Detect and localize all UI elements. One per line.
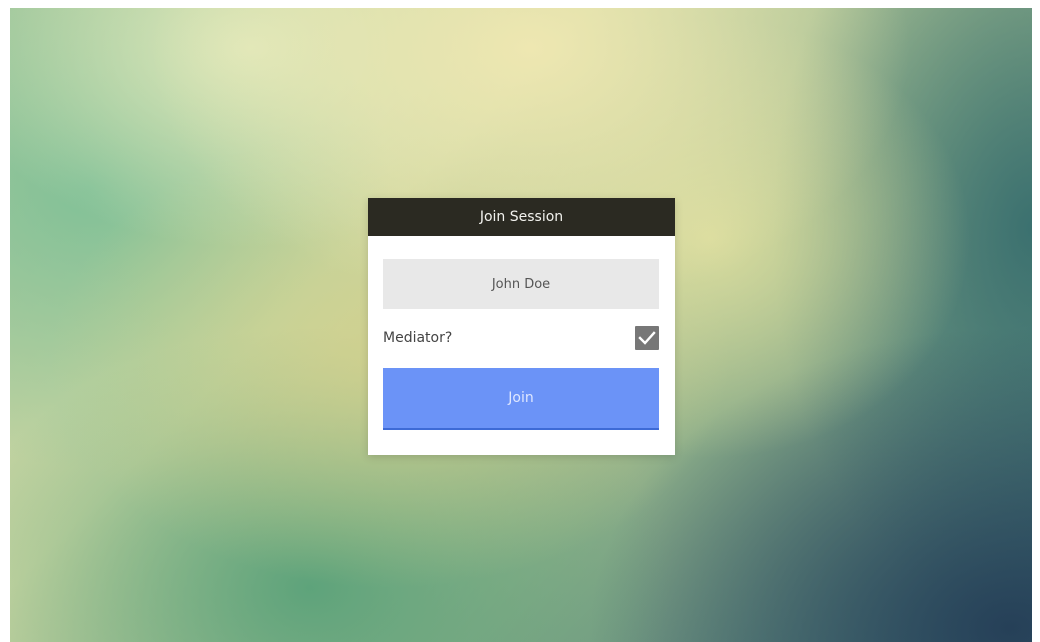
dialog-title: Join Session	[479, 209, 564, 225]
checkmark-icon	[638, 331, 656, 345]
mediator-checkbox[interactable]	[635, 326, 659, 350]
mediator-label: Mediator?	[383, 330, 453, 346]
join-button[interactable]: Join	[383, 368, 659, 430]
background-screen: Join Session Mediator? Join	[10, 8, 1032, 642]
mediator-row: Mediator?	[383, 326, 659, 350]
dialog-header: Join Session	[368, 198, 675, 236]
join-session-dialog: Join Session Mediator? Join	[368, 198, 675, 455]
name-input[interactable]	[383, 259, 659, 309]
